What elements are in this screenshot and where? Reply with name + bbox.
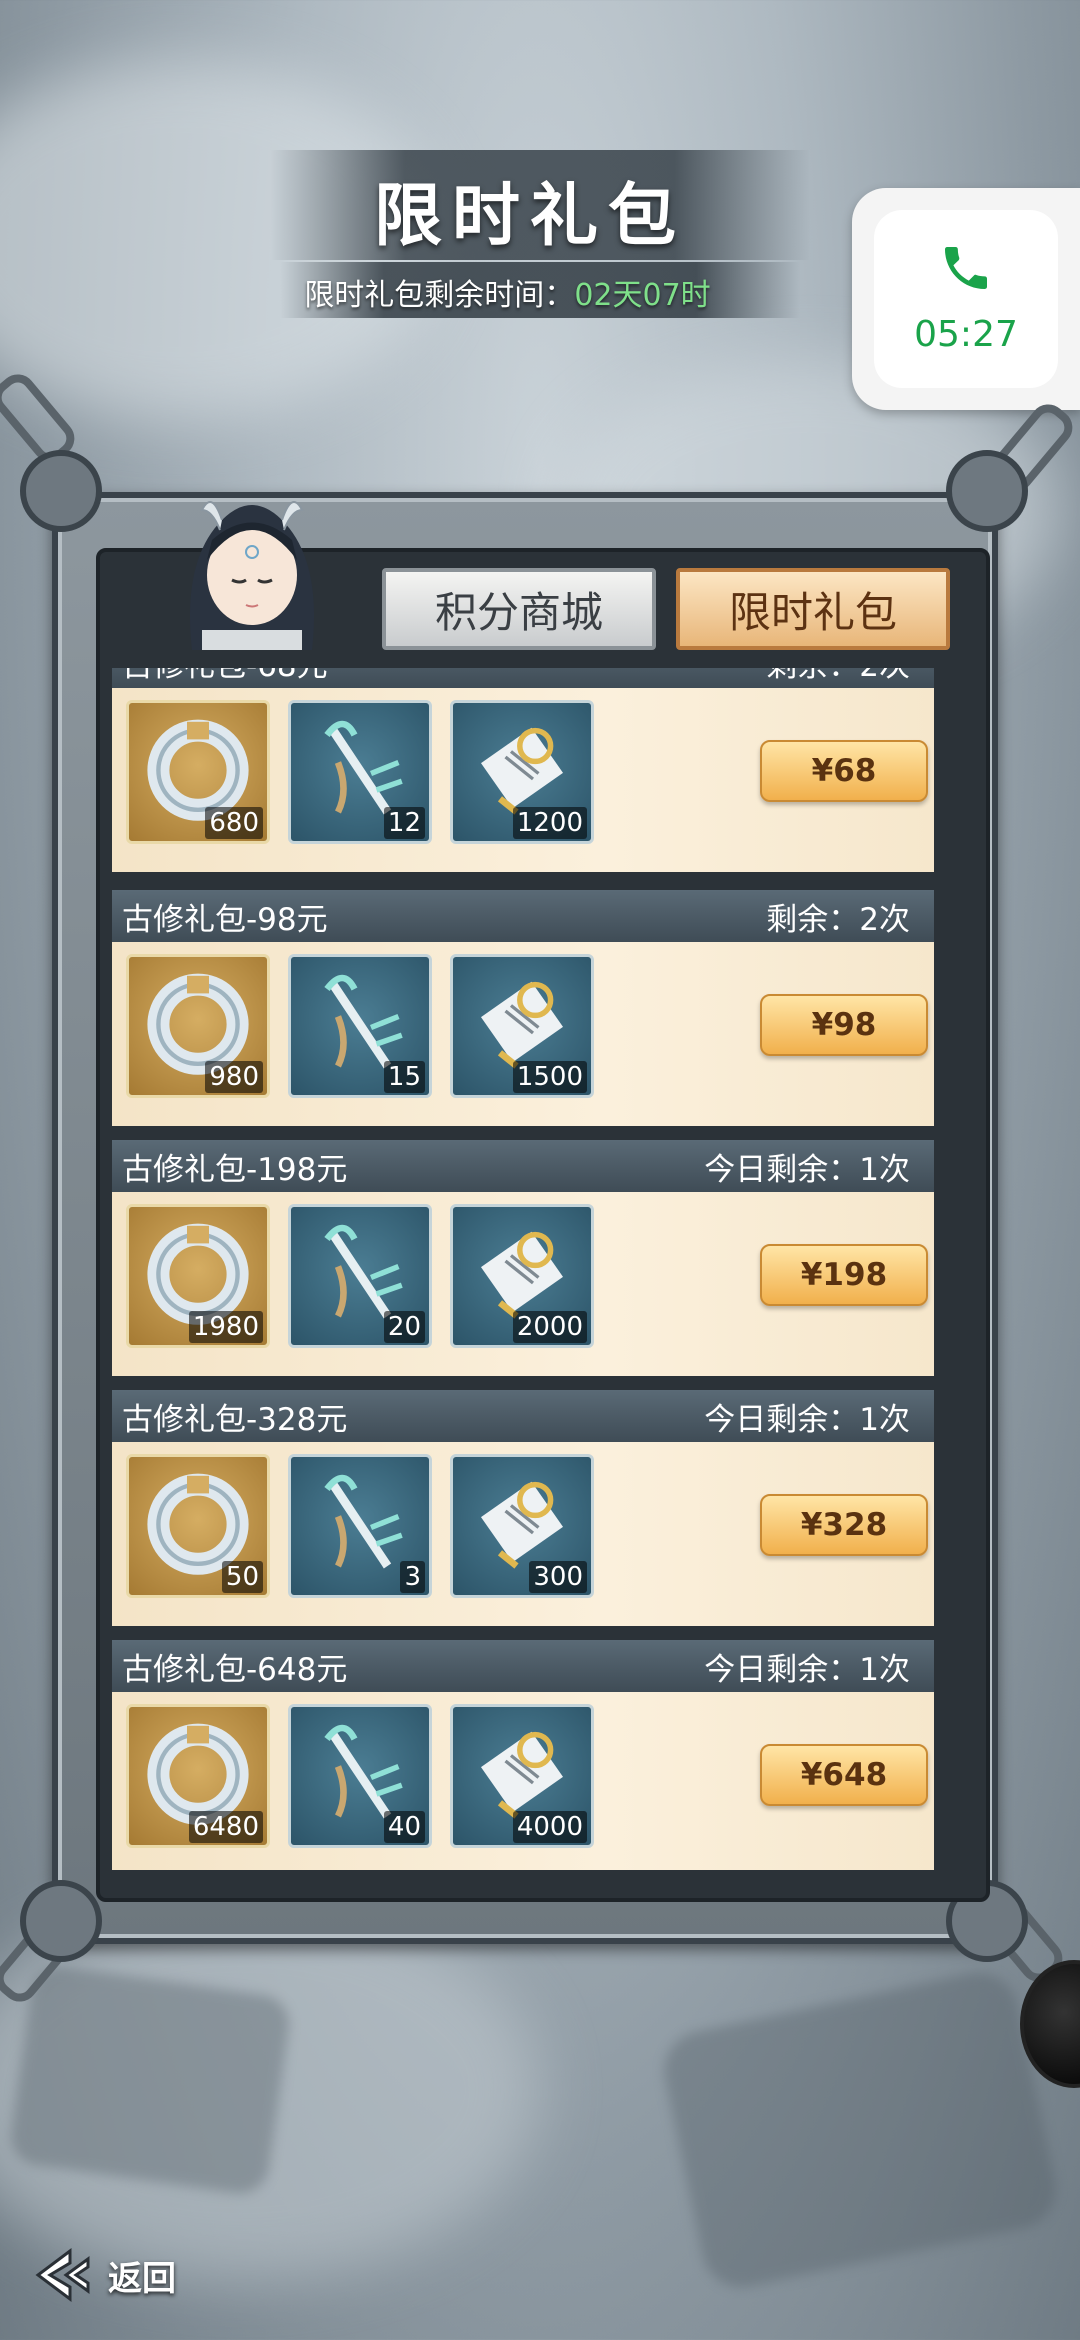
pack-row: 古修礼包-648元 今日剩余：1次 6480 40 4000 ¥648 bbox=[112, 1640, 934, 1870]
item-count: 1200 bbox=[512, 807, 587, 839]
item-slot[interactable]: 1200 bbox=[450, 700, 594, 844]
buy-button[interactable]: ¥328 bbox=[760, 1494, 928, 1556]
pack-name: 古修礼包-98元 bbox=[122, 901, 328, 938]
item-count: 3 bbox=[400, 1561, 425, 1593]
item-slot[interactable]: 20 bbox=[288, 1204, 432, 1348]
buy-button[interactable]: ¥198 bbox=[760, 1244, 928, 1306]
item-count: 15 bbox=[383, 1061, 425, 1093]
pack-body: 50 3 300 ¥328 bbox=[112, 1442, 934, 1626]
item-slot[interactable]: 40 bbox=[288, 1704, 432, 1848]
pack-header: 古修礼包-98元 剩余：2次 bbox=[112, 890, 934, 942]
item-count: 1500 bbox=[512, 1061, 587, 1093]
back-label: 返回 bbox=[108, 2258, 176, 2299]
pack-row: 古修礼包-68元 剩余：2次 680 12 1200 ¥68 bbox=[112, 668, 934, 872]
staff-icon bbox=[324, 1474, 403, 1569]
pack-list[interactable]: 古修礼包-68元 剩余：2次 680 12 1200 ¥68 古修礼包-98元 … bbox=[112, 668, 934, 1870]
item-slot[interactable]: 50 bbox=[126, 1454, 270, 1598]
item-count: 12 bbox=[383, 807, 425, 839]
pack-header: 古修礼包-198元 今日剩余：1次 bbox=[112, 1140, 934, 1192]
pack-remaining: 今日剩余：1次 bbox=[704, 1401, 910, 1438]
item-count: 1980 bbox=[188, 1311, 263, 1343]
pack-body: 1980 20 2000 ¥198 bbox=[112, 1192, 934, 1376]
pack-header: 古修礼包-68元 剩余：2次 bbox=[112, 668, 934, 688]
item-slot[interactable]: 3 bbox=[288, 1454, 432, 1598]
item-count: 50 bbox=[221, 1561, 263, 1593]
pack-row: 古修礼包-198元 今日剩余：1次 1980 20 2000 ¥198 bbox=[112, 1140, 934, 1376]
item-slot[interactable]: 15 bbox=[288, 954, 432, 1098]
frame-corner-tl bbox=[20, 450, 102, 532]
tab-limited-packs[interactable]: 限时礼包 bbox=[676, 568, 950, 650]
pack-remaining: 今日剩余：1次 bbox=[704, 1151, 910, 1188]
item-count: 980 bbox=[205, 1061, 263, 1093]
item-slot[interactable]: 6480 bbox=[126, 1704, 270, 1848]
countdown-value: 02天07时 bbox=[574, 278, 711, 313]
item-count: 680 bbox=[205, 807, 263, 839]
pack-body: 980 15 1500 ¥98 bbox=[112, 942, 934, 1126]
call-widget[interactable]: 05:27 bbox=[852, 188, 1080, 410]
pack-name: 古修礼包-198元 bbox=[122, 1151, 348, 1188]
item-slot[interactable]: 4000 bbox=[450, 1704, 594, 1848]
buy-button[interactable]: ¥68 bbox=[760, 740, 928, 802]
pack-remaining: 剩余：2次 bbox=[766, 668, 910, 685]
item-count: 2000 bbox=[512, 1311, 587, 1343]
pack-row: 古修礼包-98元 剩余：2次 980 15 1500 ¥98 bbox=[112, 890, 934, 1126]
frame-corner-tr bbox=[946, 450, 1028, 532]
item-slot[interactable]: 2000 bbox=[450, 1204, 594, 1348]
item-count: 40 bbox=[383, 1811, 425, 1843]
pack-remaining: 今日剩余：1次 bbox=[704, 1651, 910, 1688]
countdown-label: 限时礼包剩余时间： bbox=[304, 278, 575, 313]
pack-body: 6480 40 4000 ¥648 bbox=[112, 1692, 934, 1870]
tab-points-shop[interactable]: 积分商城 bbox=[382, 568, 656, 650]
item-slot[interactable]: 300 bbox=[450, 1454, 594, 1598]
item-count: 300 bbox=[529, 1561, 587, 1593]
character-avatar bbox=[190, 501, 314, 650]
pack-name: 古修礼包-68元 bbox=[122, 668, 328, 685]
pack-header: 古修礼包-648元 今日剩余：1次 bbox=[112, 1640, 934, 1692]
pack-name: 古修礼包-328元 bbox=[122, 1401, 348, 1438]
item-slot[interactable]: 980 bbox=[126, 954, 270, 1098]
item-count: 20 bbox=[383, 1311, 425, 1343]
item-count: 4000 bbox=[512, 1811, 587, 1843]
pack-header: 古修礼包-328元 今日剩余：1次 bbox=[112, 1390, 934, 1442]
back-arrow-icon bbox=[35, 2248, 90, 2302]
buy-button[interactable]: ¥98 bbox=[760, 994, 928, 1056]
item-count: 6480 bbox=[188, 1811, 263, 1843]
pack-name: 古修礼包-648元 bbox=[122, 1651, 348, 1688]
pack-body: 680 12 1200 ¥68 bbox=[112, 688, 934, 872]
item-slot[interactable]: 1980 bbox=[126, 1204, 270, 1348]
pack-remaining: 剩余：2次 bbox=[766, 901, 910, 938]
call-timer: 05:27 bbox=[914, 314, 1018, 355]
back-button[interactable]: 返回 bbox=[30, 2240, 200, 2310]
item-slot[interactable]: 680 bbox=[126, 700, 270, 844]
pack-row: 古修礼包-328元 今日剩余：1次 50 3 300 ¥328 bbox=[112, 1390, 934, 1626]
frame-corner-bl bbox=[20, 1880, 102, 1962]
item-slot[interactable]: 12 bbox=[288, 700, 432, 844]
buy-button[interactable]: ¥648 bbox=[760, 1744, 928, 1806]
call-widget-inner[interactable]: 05:27 bbox=[874, 210, 1058, 388]
item-slot[interactable]: 1500 bbox=[450, 954, 594, 1098]
phone-icon bbox=[945, 247, 987, 289]
